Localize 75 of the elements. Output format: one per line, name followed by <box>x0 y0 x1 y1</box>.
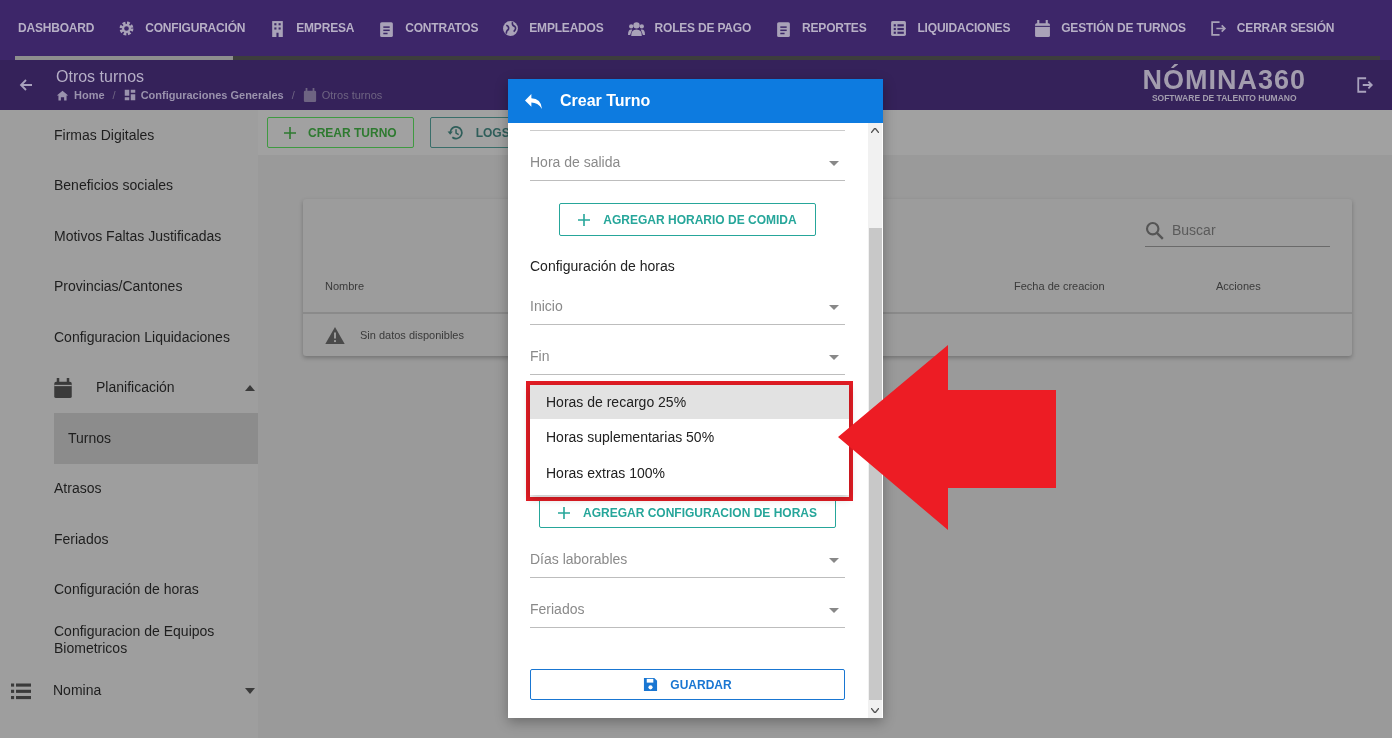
chevron-down-icon[interactable] <box>871 708 879 713</box>
sidebar-item[interactable]: Turnos <box>54 413 258 464</box>
globe-icon <box>502 19 520 37</box>
scrollbar[interactable] <box>868 123 882 718</box>
page-title: Otros turnos <box>56 68 146 86</box>
plus-icon <box>284 126 296 139</box>
sidebar-item[interactable]: Firmas Digitales <box>0 110 258 161</box>
empty-message: Sin datos disponibles <box>360 329 464 341</box>
column-header[interactable]: Acciones <box>1216 279 1261 292</box>
breadcrumb-separator: / <box>291 89 295 101</box>
menu-option[interactable]: Horas suplementarias 50% <box>530 419 849 455</box>
sidebar-group[interactable]: Nomina <box>0 665 258 716</box>
column-header[interactable]: Nombre <box>325 279 365 292</box>
sidebar-group-label: Planificación <box>96 379 175 397</box>
nav-link[interactable]: REPORTES <box>775 19 867 37</box>
nav-link[interactable]: CONTRATOS <box>378 19 479 37</box>
nav-link[interactable]: ROLES DE PAGO <box>627 19 752 37</box>
search-icon <box>1145 220 1164 240</box>
nav-link[interactable]: LIQUIDACIONES <box>890 19 1011 37</box>
calendar-icon <box>302 88 317 102</box>
column-header[interactable]: Fecha de creacion <box>1014 279 1105 292</box>
nav-link[interactable]: GESTIÓN DE TURNOS <box>1034 19 1186 37</box>
plus-icon <box>558 507 570 519</box>
menu-option[interactable]: Horas extras 100% <box>530 455 849 491</box>
section-heading: Configuración de horas <box>530 258 676 275</box>
nav-link[interactable]: EMPLEADOS <box>502 19 604 37</box>
dropdown-caret-icon <box>829 305 839 310</box>
logout-icon <box>1209 19 1227 37</box>
breadcrumb-link[interactable]: Home <box>74 89 105 101</box>
sidebar-item[interactable]: Configuracion Liquidaciones <box>0 312 258 363</box>
chevron-up-icon[interactable] <box>871 128 879 133</box>
nav-link[interactable]: CERRAR SESIÓN <box>1209 19 1335 37</box>
select-field[interactable]: Feriados <box>530 578 845 628</box>
select-field[interactable]: Días laborables <box>530 528 845 578</box>
search-field[interactable]: Buscar <box>1170 221 1324 239</box>
select-field[interactable]: Hora de salida <box>530 131 845 181</box>
select-field[interactable]: Fin <box>530 325 845 375</box>
list-icon <box>890 19 908 37</box>
dashboard-icon <box>123 89 136 101</box>
breadcrumb-separator: / <box>112 89 116 101</box>
sidebar-group[interactable]: Planificación <box>0 362 258 413</box>
home-icon <box>56 88 69 102</box>
save-button[interactable]: GUARDAR <box>530 669 845 700</box>
breadcrumb-link[interactable]: Configuraciones Generales <box>140 89 284 101</box>
gear-icon <box>118 19 136 37</box>
plus-icon <box>578 213 591 226</box>
calendar-icon <box>53 377 73 398</box>
sidebar-item[interactable]: Atrasos <box>0 463 258 514</box>
nav-link[interactable]: DASHBOARD <box>18 21 95 36</box>
logo-tagline: SOFTWARE DE TALENTO HUMANO <box>1151 94 1297 103</box>
sidebar-group-label: Nomina <box>53 682 102 700</box>
clipboard-icon <box>378 19 396 37</box>
dialog-title: Crear Turno <box>560 92 651 110</box>
dropdown-caret-icon <box>829 161 839 166</box>
add-button[interactable]: AGREGAR HORARIO DE COMIDA <box>559 203 816 236</box>
sidebar-item[interactable]: Provincias/Cantones <box>0 261 258 312</box>
menu-option[interactable]: Horas de recargo 25% <box>530 385 849 419</box>
nav-link[interactable]: EMPRESA <box>269 19 355 37</box>
clipboard-icon <box>775 19 793 37</box>
sidebar-item[interactable]: Motivos Faltas Justificadas <box>0 211 258 262</box>
dropdown-caret-icon <box>829 558 839 563</box>
sidebar-item[interactable]: Feriados <box>0 514 258 565</box>
history-icon <box>446 124 464 141</box>
select-field[interactable]: Inicio <box>530 275 845 325</box>
dropdown-caret-icon <box>829 608 839 613</box>
sidebar-item[interactable]: Configuracion de Equipos Biometricos <box>0 615 258 666</box>
warning-icon <box>325 326 345 344</box>
sidebar-item[interactable]: Beneficios sociales <box>0 160 258 211</box>
users-icon <box>627 19 645 37</box>
back-arrow-icon[interactable] <box>18 77 34 93</box>
nav-link[interactable]: CONFIGURACIÓN <box>118 19 246 37</box>
reply-arrow-icon[interactable] <box>525 93 542 109</box>
calendar-icon <box>1034 19 1052 37</box>
sidebar-item[interactable]: Configuración de horas <box>0 564 258 615</box>
logout-icon[interactable] <box>1356 76 1374 94</box>
